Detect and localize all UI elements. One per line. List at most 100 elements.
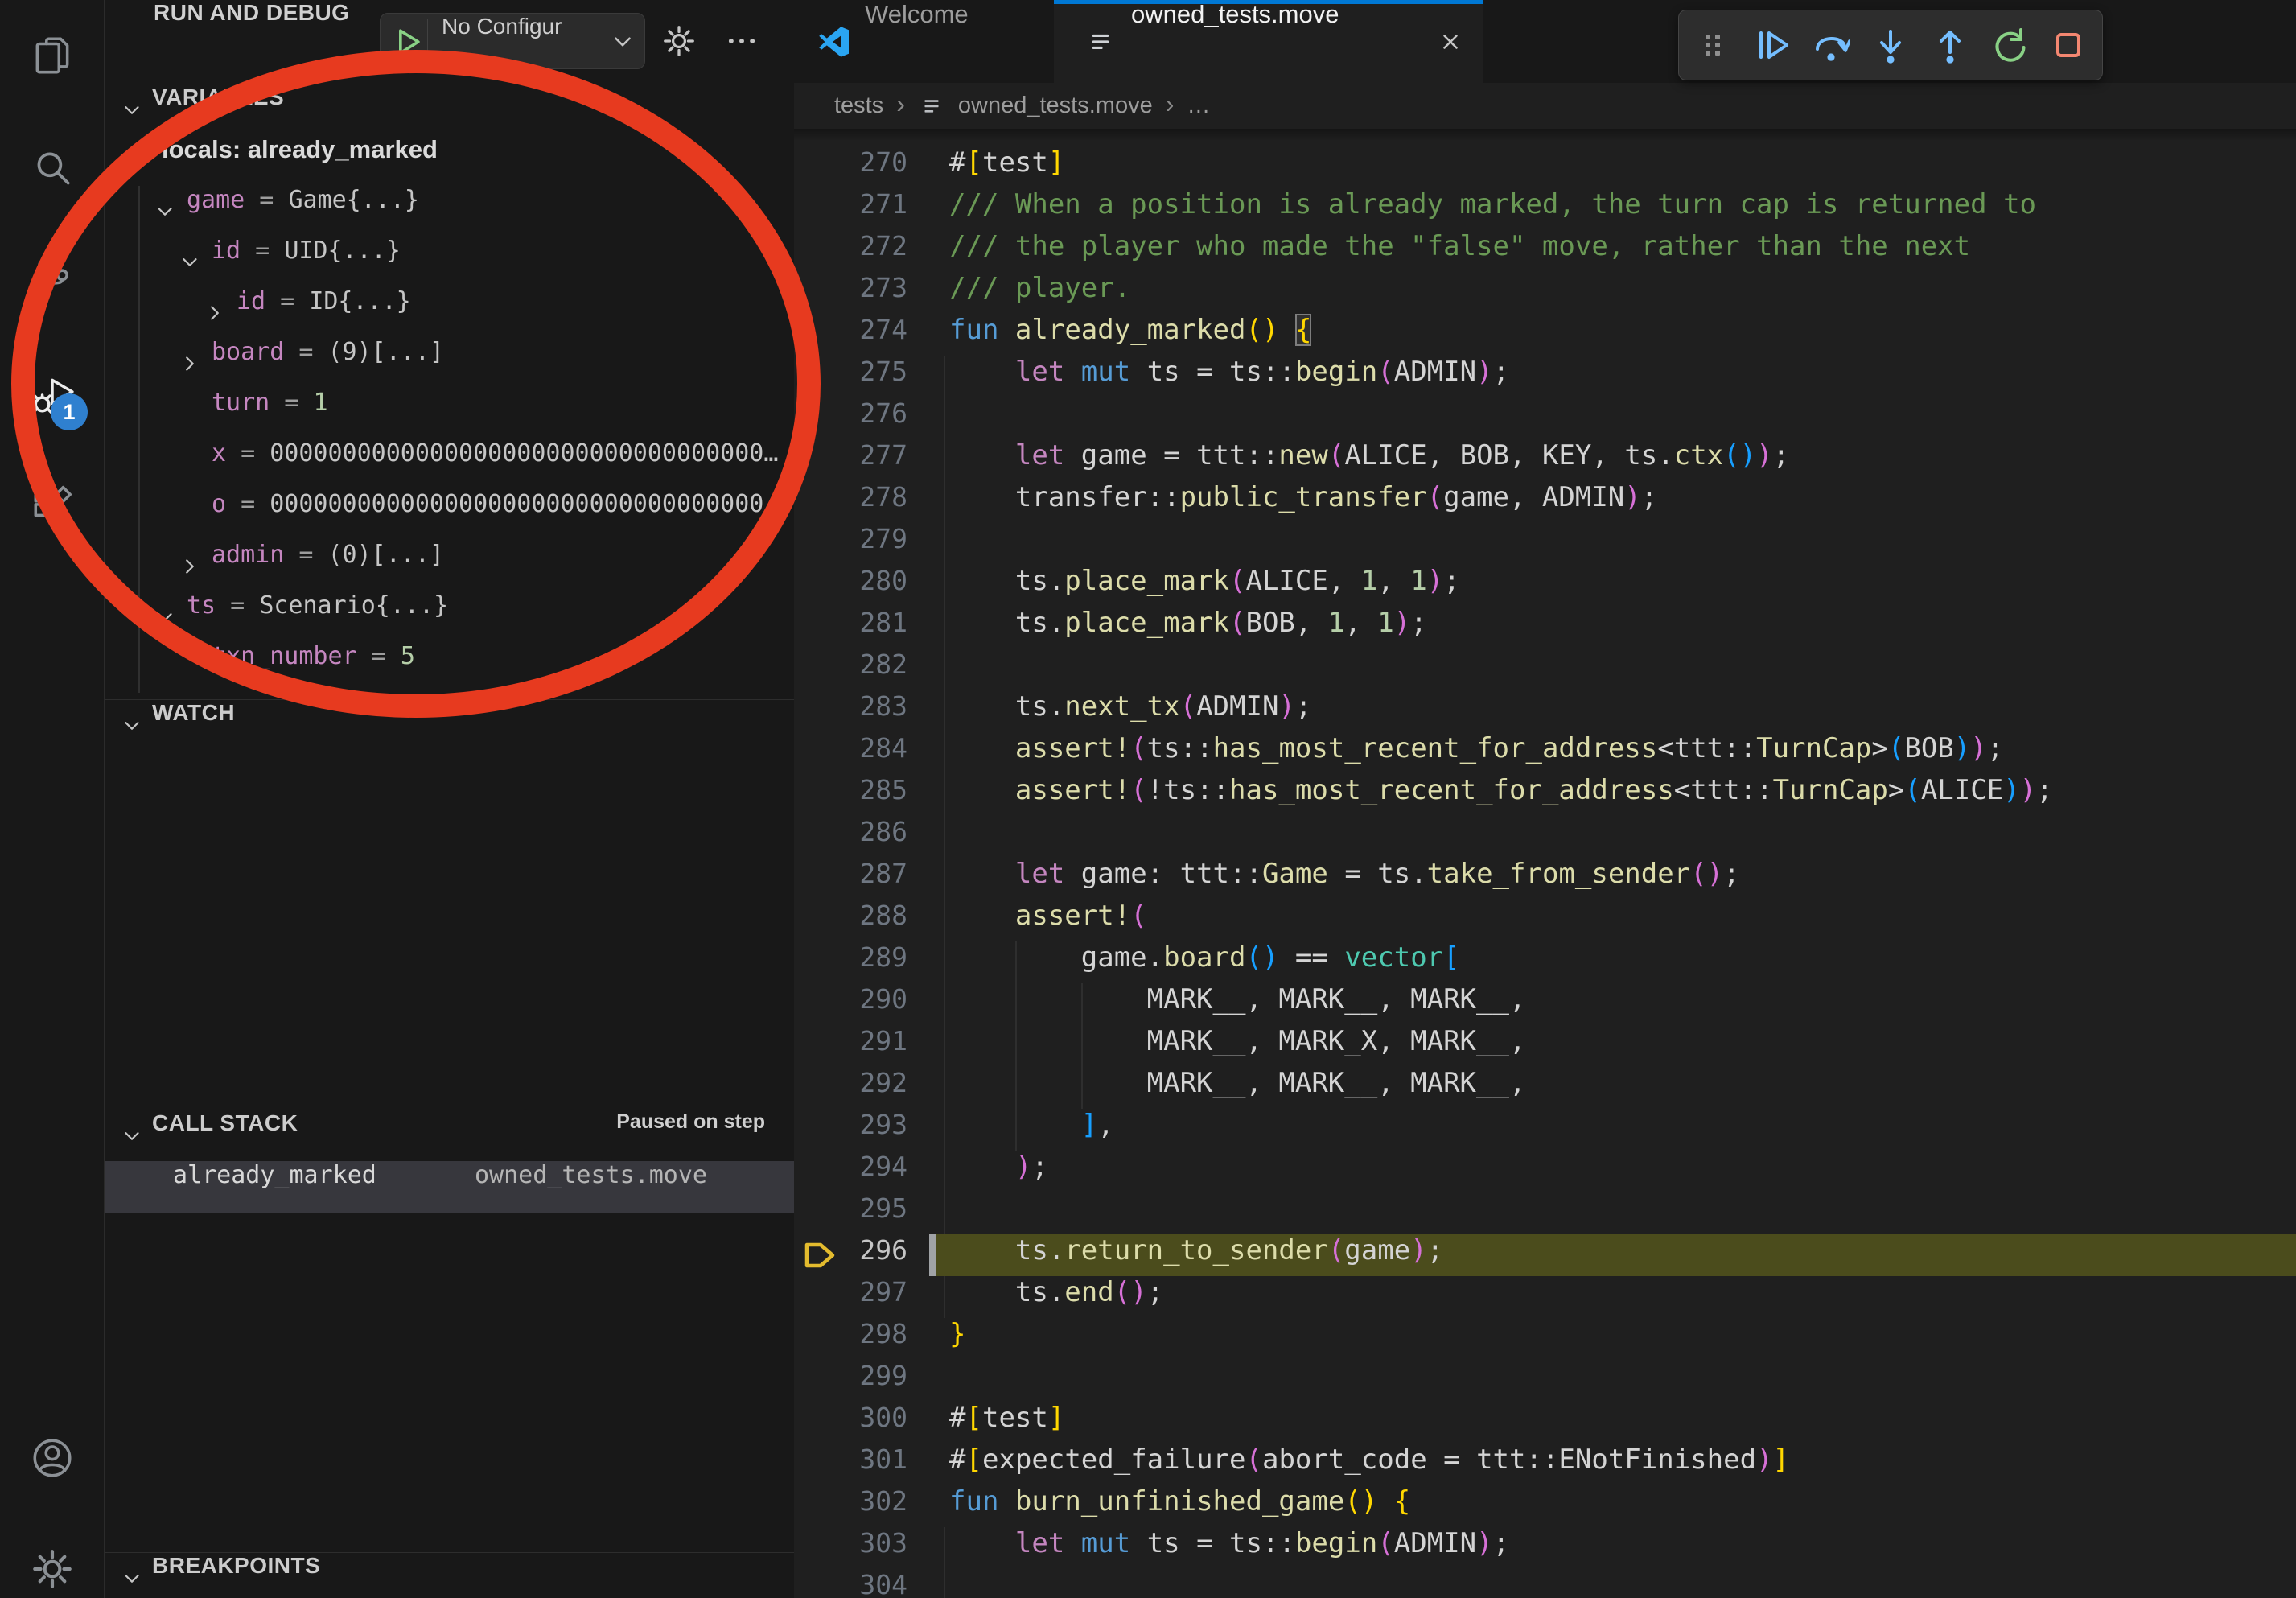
line-number[interactable]: 304 — [794, 1569, 907, 1598]
code-line-279[interactable]: 279 — [794, 523, 2296, 565]
variable-row[interactable]: id = ID{...} — [105, 287, 794, 338]
line-number[interactable]: 295 — [794, 1192, 907, 1234]
line-number[interactable]: 297 — [794, 1276, 907, 1318]
line-number[interactable]: 291 — [794, 1025, 907, 1067]
code-line-289[interactable]: 289 game.board() == vector[ — [794, 941, 2296, 983]
code-line-272[interactable]: 272/// the player who made the "false" m… — [794, 230, 2296, 272]
code-line-300[interactable]: 300#[test] — [794, 1402, 2296, 1444]
activity-item-settings[interactable] — [29, 1546, 76, 1592]
line-number[interactable]: 276 — [794, 397, 907, 439]
debug-config-dropdown[interactable]: No Configur — [380, 13, 645, 69]
code-line-278[interactable]: 278 transfer::public_transfer(game, ADMI… — [794, 481, 2296, 523]
code-line-280[interactable]: 280 ts.place_mark(ALICE, 1, 1); — [794, 565, 2296, 607]
code-line-298[interactable]: 298} — [794, 1318, 2296, 1360]
code-line-284[interactable]: 284 assert!(ts::has_most_recent_for_addr… — [794, 732, 2296, 774]
debug-continue-button[interactable] — [1747, 15, 1798, 75]
code-line-299[interactable]: 299 — [794, 1360, 2296, 1402]
code-line-294[interactable]: 294 ); — [794, 1151, 2296, 1192]
line-number[interactable]: 271 — [794, 188, 907, 230]
code-line-302[interactable]: 302fun burn_unfinished_game() { — [794, 1485, 2296, 1527]
code-line-276[interactable]: 276 — [794, 397, 2296, 439]
line-number[interactable]: 289 — [794, 941, 907, 983]
line-number[interactable]: 272 — [794, 230, 907, 272]
breakpoints-section-header[interactable]: BREAKPOINTS — [105, 1552, 794, 1598]
debug-restart-button[interactable] — [1984, 15, 2035, 75]
variable-row[interactable]: x = 0000000000000000000000000000000000… — [105, 439, 794, 490]
line-number[interactable]: 285 — [794, 774, 907, 816]
watch-section-header[interactable]: WATCH — [105, 699, 794, 750]
line-number[interactable]: 286 — [794, 816, 907, 858]
start-debugging-icon[interactable] — [390, 24, 426, 60]
code-line-285[interactable]: 285 assert!(!ts::has_most_recent_for_add… — [794, 774, 2296, 816]
code-line-293[interactable]: 293 ], — [794, 1109, 2296, 1151]
code-line-283[interactable]: 283 ts.next_tx(ADMIN); — [794, 690, 2296, 732]
line-number[interactable]: 292 — [794, 1067, 907, 1109]
code-line-303[interactable]: 303 let mut ts = ts::begin(ADMIN); — [794, 1527, 2296, 1569]
line-number[interactable]: 270 — [794, 146, 907, 188]
variable-row[interactable]: locals: already_marked — [105, 135, 794, 186]
line-number[interactable]: 288 — [794, 900, 907, 941]
code-line-275[interactable]: 275 let mut ts = ts::begin(ADMIN); — [794, 356, 2296, 397]
variable-row[interactable]: board = (9)[...] — [105, 338, 794, 389]
line-number[interactable]: 300 — [794, 1402, 907, 1444]
line-number[interactable]: 275 — [794, 356, 907, 397]
code-line-290[interactable]: 290 MARK__, MARK__, MARK__, — [794, 983, 2296, 1025]
variables-section-header[interactable]: VARIABLES — [105, 84, 794, 135]
activity-item-search[interactable] — [29, 146, 76, 192]
line-number[interactable]: 273 — [794, 272, 907, 314]
code-line-291[interactable]: 291 MARK__, MARK_X, MARK__, — [794, 1025, 2296, 1067]
line-number[interactable]: 278 — [794, 481, 907, 523]
code-line-274[interactable]: 274fun already_marked() { — [794, 314, 2296, 356]
code-line-271[interactable]: 271/// When a position is already marked… — [794, 188, 2296, 230]
line-number[interactable]: 287 — [794, 858, 907, 900]
code-line-304[interactable]: 304 — [794, 1569, 2296, 1598]
code-line-282[interactable]: 282 — [794, 649, 2296, 690]
line-number[interactable]: 293 — [794, 1109, 907, 1151]
code-line-297[interactable]: 297 ts.end(); — [794, 1276, 2296, 1318]
code-line-296[interactable]: 296 ts.return_to_sender(game); — [794, 1234, 2296, 1276]
activity-item-source-control[interactable] — [29, 254, 76, 301]
line-number[interactable]: 296 — [794, 1234, 907, 1276]
code-line-281[interactable]: 281 ts.place_mark(BOB, 1, 1); — [794, 607, 2296, 649]
line-number[interactable]: 301 — [794, 1444, 907, 1485]
more-actions-icon[interactable] — [723, 23, 760, 60]
variable-row[interactable]: turn = 1 — [105, 389, 794, 439]
code-line-288[interactable]: 288 assert!( — [794, 900, 2296, 941]
variable-row[interactable]: ts = Scenario{...} — [105, 591, 794, 642]
code-line-292[interactable]: 292 MARK__, MARK__, MARK__, — [794, 1067, 2296, 1109]
code-line-295[interactable]: 295 — [794, 1192, 2296, 1234]
variable-row[interactable]: txn_number = 5 — [105, 642, 794, 693]
debug-step-into-button[interactable] — [1865, 15, 1916, 75]
activity-item-accounts[interactable] — [29, 1435, 76, 1481]
call-stack-section-header[interactable]: CALL STACK Paused on step — [105, 1110, 794, 1160]
variable-row[interactable]: o = 0000000000000000000000000000000000. — [105, 490, 794, 541]
line-number[interactable]: 282 — [794, 649, 907, 690]
line-number[interactable]: 277 — [794, 439, 907, 481]
line-number[interactable]: 290 — [794, 983, 907, 1025]
line-number[interactable]: 294 — [794, 1151, 907, 1192]
debug-step-out-button[interactable] — [1924, 15, 1976, 75]
code-line-286[interactable]: 286 — [794, 816, 2296, 858]
variable-row[interactable]: game = Game{...} — [105, 186, 794, 237]
line-number[interactable]: 279 — [794, 523, 907, 565]
activity-item-explorer[interactable] — [29, 33, 76, 80]
line-number[interactable]: 298 — [794, 1318, 907, 1360]
line-number[interactable]: 274 — [794, 314, 907, 356]
code-line-273[interactable]: 273/// player. — [794, 272, 2296, 314]
gear-icon[interactable] — [660, 23, 697, 60]
variable-row[interactable]: id = UID{...} — [105, 237, 794, 287]
line-number[interactable]: 303 — [794, 1527, 907, 1569]
code-line-277[interactable]: 277 let game = ttt::new(ALICE, BOB, KEY,… — [794, 439, 2296, 481]
line-number[interactable]: 284 — [794, 732, 907, 774]
code-line-301[interactable]: 301#[expected_failure(abort_code = ttt::… — [794, 1444, 2296, 1485]
debug-step-over-button[interactable] — [1805, 15, 1857, 75]
code-line-270[interactable]: 270#[test] — [794, 146, 2296, 188]
activity-item-extensions[interactable] — [29, 484, 76, 530]
call-stack-frame[interactable]: already_markedowned_tests.move — [105, 1161, 794, 1213]
variable-row[interactable]: admin = (0)[...] — [105, 541, 794, 591]
code-line-287[interactable]: 287 let game: ttt::Game = ts.take_from_s… — [794, 858, 2296, 900]
line-number[interactable]: 281 — [794, 607, 907, 649]
debug-drag-handle-button[interactable] — [1687, 15, 1738, 75]
debug-stop-button[interactable] — [2043, 15, 2094, 75]
line-number[interactable]: 302 — [794, 1485, 907, 1527]
